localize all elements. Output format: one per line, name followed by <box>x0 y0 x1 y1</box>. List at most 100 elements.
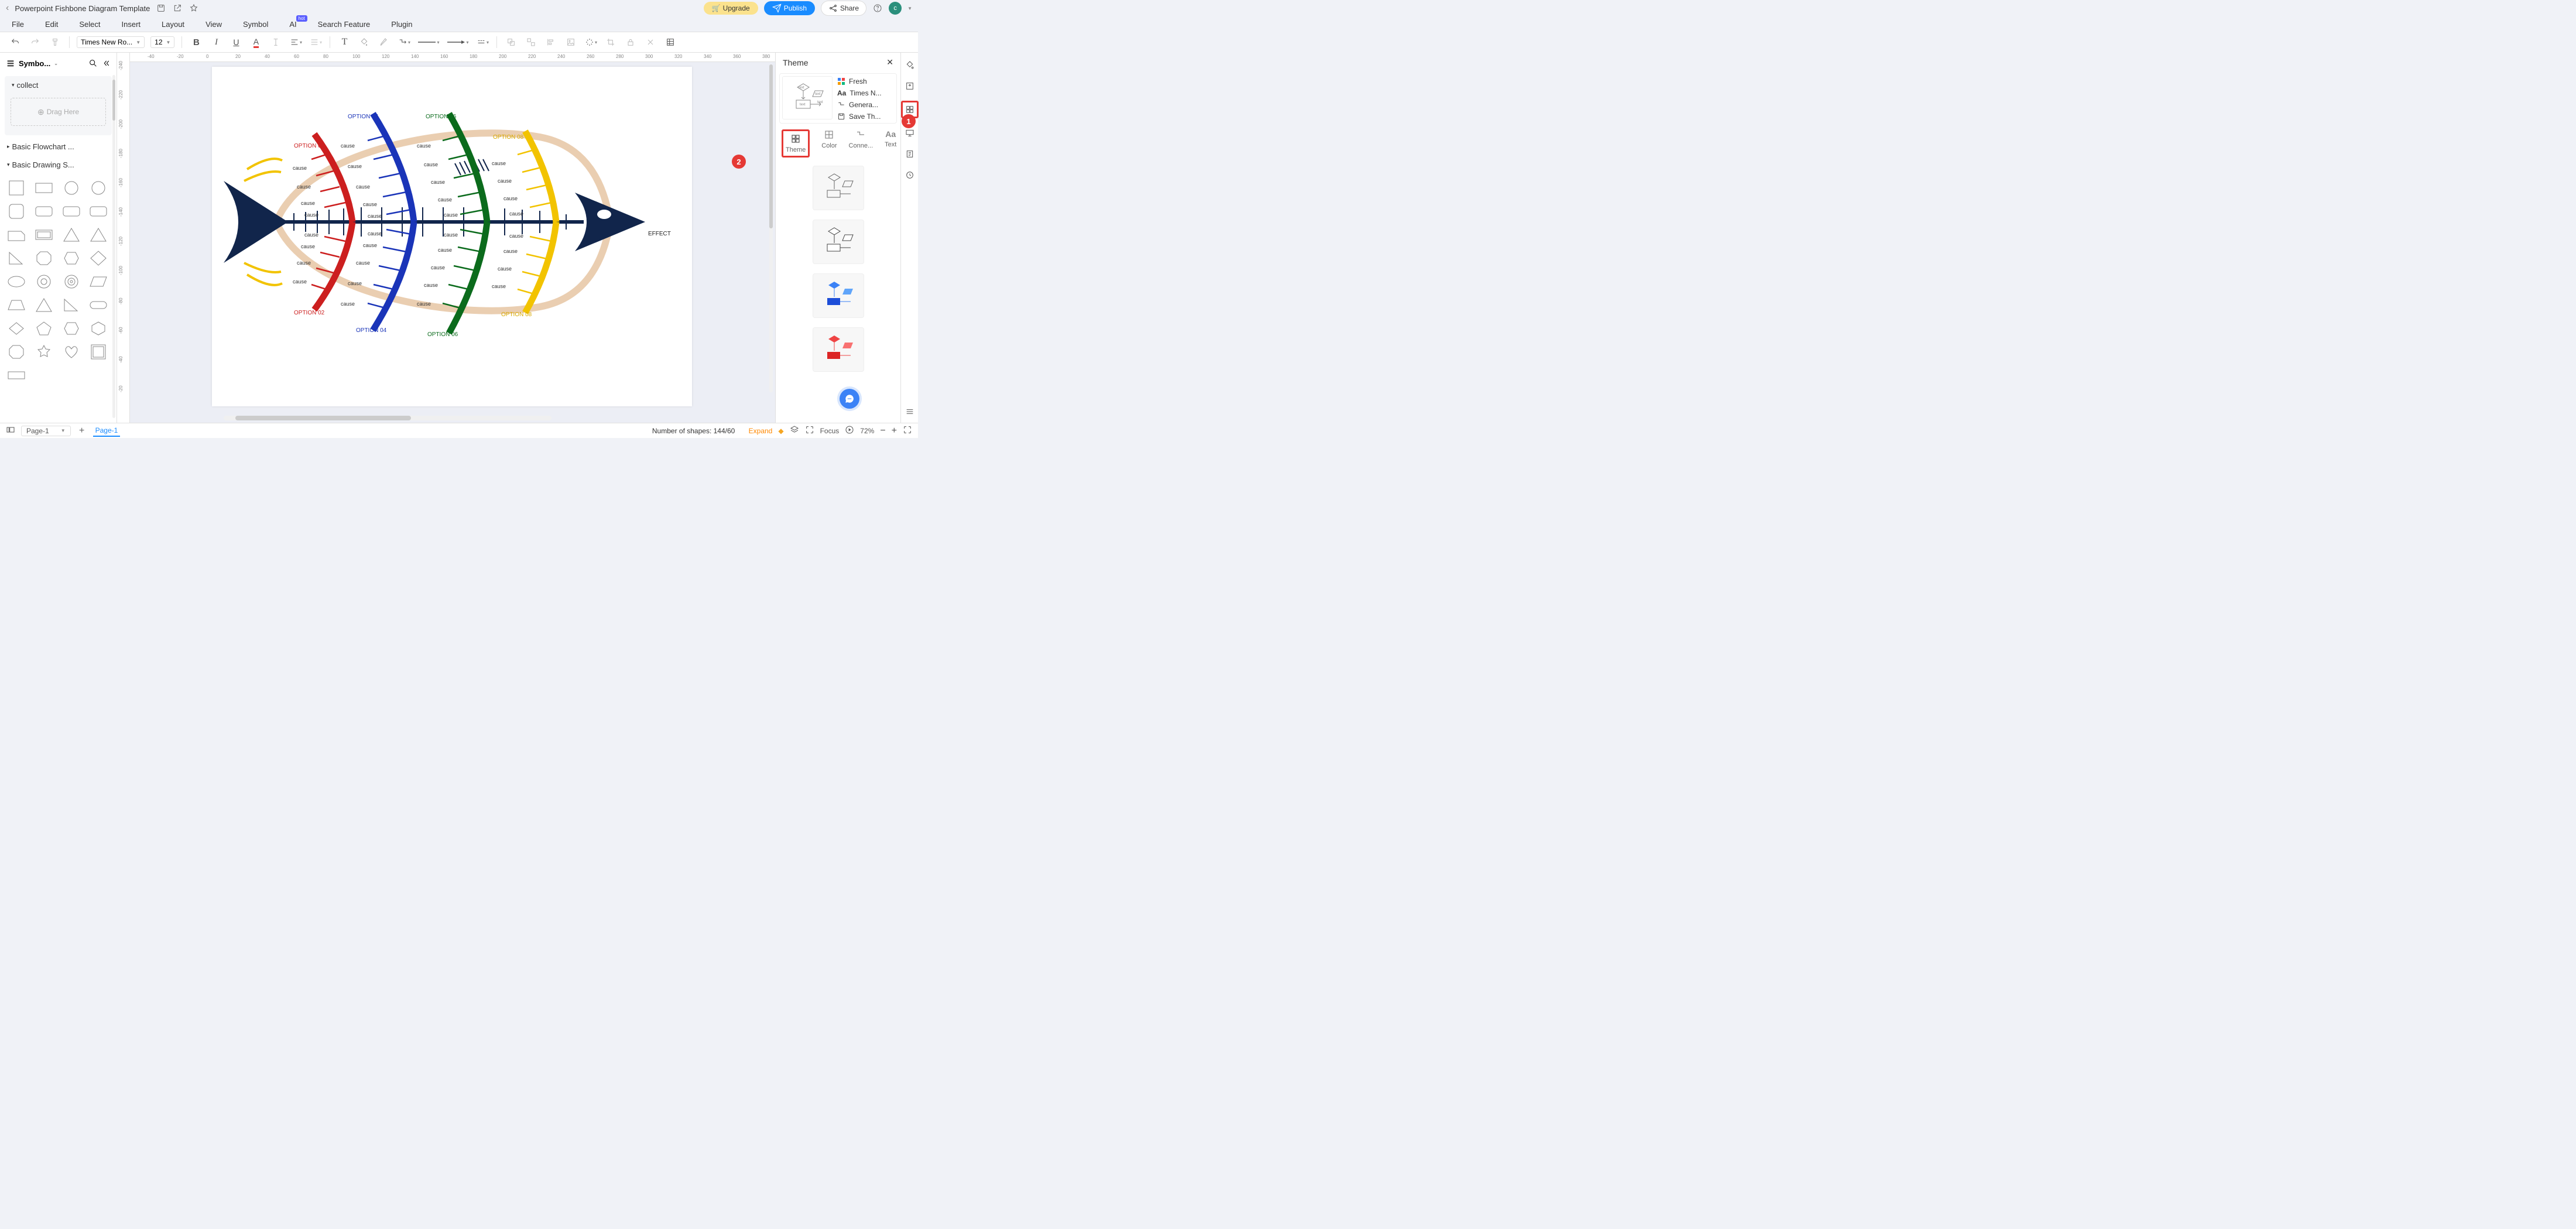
collapse-sidebar-icon[interactable] <box>101 59 111 68</box>
focus-target-icon[interactable] <box>805 425 814 436</box>
shape-hex2[interactable] <box>61 319 82 338</box>
menu-insert[interactable]: Insert <box>122 20 141 29</box>
focus-label[interactable]: Focus <box>820 427 840 435</box>
menu-symbol[interactable]: Symbol <box>243 20 268 29</box>
ungroup-button[interactable] <box>524 35 538 49</box>
page-layout-icon[interactable] <box>6 425 15 436</box>
menu-plugin[interactable]: Plugin <box>391 20 412 29</box>
shape-double-sq[interactable] <box>88 343 109 361</box>
shape-parallelogram[interactable] <box>88 272 109 291</box>
collect-section[interactable]: ▾collect <box>5 76 112 94</box>
theme-option-1[interactable] <box>813 166 864 210</box>
upgrade-button[interactable]: 🛒Upgrade <box>704 2 758 15</box>
layers-icon[interactable] <box>790 425 799 436</box>
menu-rail-icon[interactable] <box>903 405 916 418</box>
shape-hex[interactable] <box>61 249 82 268</box>
font-color-button[interactable]: A <box>249 35 263 49</box>
basic-drawing-section[interactable]: ▾Basic Drawing S... <box>0 156 117 174</box>
theme-option-4[interactable] <box>813 327 864 372</box>
tab-color[interactable]: Color <box>821 129 837 149</box>
tab-connector[interactable]: Conne... <box>849 129 873 149</box>
shape-oct2[interactable] <box>6 343 27 361</box>
tab-theme[interactable]: Theme <box>786 133 806 153</box>
shape-circle2[interactable] <box>88 179 109 197</box>
shape-diamond[interactable] <box>88 249 109 268</box>
shape-rounded-rect[interactable] <box>33 202 54 221</box>
text-tool-button[interactable]: T <box>337 35 351 49</box>
shape-rect2[interactable] <box>6 366 27 385</box>
page-selector[interactable]: Page-1▼ <box>21 426 71 436</box>
share-out-icon[interactable] <box>172 3 183 13</box>
menu-ai[interactable]: AIhot <box>289 20 296 29</box>
history-icon[interactable] <box>903 169 916 182</box>
shape-triangle[interactable] <box>61 225 82 244</box>
shape-right-tri[interactable] <box>6 249 27 268</box>
theme-save-row[interactable]: Save Th... <box>837 112 894 121</box>
page-tab[interactable]: Page-1 <box>93 425 121 437</box>
avatar-dropdown[interactable]: ▼ <box>907 6 912 11</box>
shape-trapezoid[interactable] <box>6 296 27 314</box>
add-page-button[interactable]: + <box>77 426 87 436</box>
shape-right-tri2[interactable] <box>61 296 82 314</box>
align-objects-button[interactable] <box>544 35 558 49</box>
shape-rounded-rect2[interactable] <box>61 202 82 221</box>
theme-option-3[interactable] <box>813 273 864 318</box>
help-icon[interactable] <box>872 3 883 13</box>
zoom-value[interactable]: 72% <box>860 427 874 435</box>
shape-donut[interactable] <box>33 272 54 291</box>
zoom-out[interactable]: − <box>880 426 885 436</box>
font-size-selector[interactable]: 12▼ <box>150 36 174 48</box>
presentation-icon[interactable] <box>903 126 916 139</box>
shape-heart[interactable] <box>61 343 82 361</box>
chat-fab[interactable] <box>840 389 859 409</box>
expand-link[interactable]: Expand <box>749 427 773 435</box>
tools-button[interactable] <box>643 35 657 49</box>
format-painter-button[interactable] <box>48 35 62 49</box>
menu-select[interactable]: Select <box>79 20 100 29</box>
shape-donut2[interactable] <box>61 272 82 291</box>
line-dash-button[interactable]: ▾ <box>475 35 489 49</box>
tab-text[interactable]: Aa Text <box>885 129 896 148</box>
font-selector[interactable]: Times New Ro...▼ <box>77 36 145 48</box>
shape-diamond2[interactable] <box>6 319 27 338</box>
effects-button[interactable]: ▾ <box>584 35 598 49</box>
export-panel-icon[interactable] <box>903 80 916 93</box>
notes-icon[interactable] <box>903 148 916 160</box>
shape-double-rect[interactable] <box>33 225 54 244</box>
bold-button[interactable]: B <box>189 35 203 49</box>
menu-edit[interactable]: Edit <box>45 20 58 29</box>
shape-ellipse[interactable] <box>6 272 27 291</box>
italic-button[interactable]: I <box>209 35 223 49</box>
close-theme-panel[interactable]: ✕ <box>886 57 893 67</box>
line-color-button[interactable] <box>377 35 391 49</box>
horizontal-scrollbar[interactable] <box>224 416 551 420</box>
line-weight-button[interactable]: ▾ <box>417 35 440 49</box>
connector-style-button[interactable]: ▾ <box>397 35 411 49</box>
avatar[interactable]: c <box>889 2 902 15</box>
undo-button[interactable] <box>8 35 22 49</box>
shape-square[interactable] <box>6 179 27 197</box>
menu-layout[interactable]: Layout <box>162 20 184 29</box>
shape-hex3[interactable] <box>88 319 109 338</box>
back-button[interactable]: ‹ <box>6 3 9 13</box>
shape-triangle2[interactable] <box>88 225 109 244</box>
publish-button[interactable]: Publish <box>764 1 815 15</box>
crop-button[interactable] <box>604 35 618 49</box>
drag-here-area[interactable]: ⊕Drag Here <box>11 98 106 126</box>
shape-triangle3[interactable] <box>33 296 54 314</box>
fill-panel-icon[interactable] <box>903 59 916 71</box>
vertical-scrollbar[interactable] <box>769 64 773 392</box>
fill-button[interactable] <box>357 35 371 49</box>
menu-file[interactable]: File <box>12 20 24 29</box>
menu-view[interactable]: View <box>205 20 222 29</box>
shape-rect[interactable] <box>33 179 54 197</box>
play-icon[interactable] <box>845 425 854 436</box>
shape-circle[interactable] <box>61 179 82 197</box>
search-icon[interactable] <box>88 59 98 68</box>
basic-flowchart-section[interactable]: ▸Basic Flowchart ... <box>0 138 117 156</box>
lock-button[interactable] <box>624 35 638 49</box>
shape-pentagon[interactable] <box>33 319 54 338</box>
text-style-button[interactable] <box>269 35 283 49</box>
shape-rounded-rect3[interactable] <box>88 202 109 221</box>
fullscreen-icon[interactable] <box>903 425 912 436</box>
